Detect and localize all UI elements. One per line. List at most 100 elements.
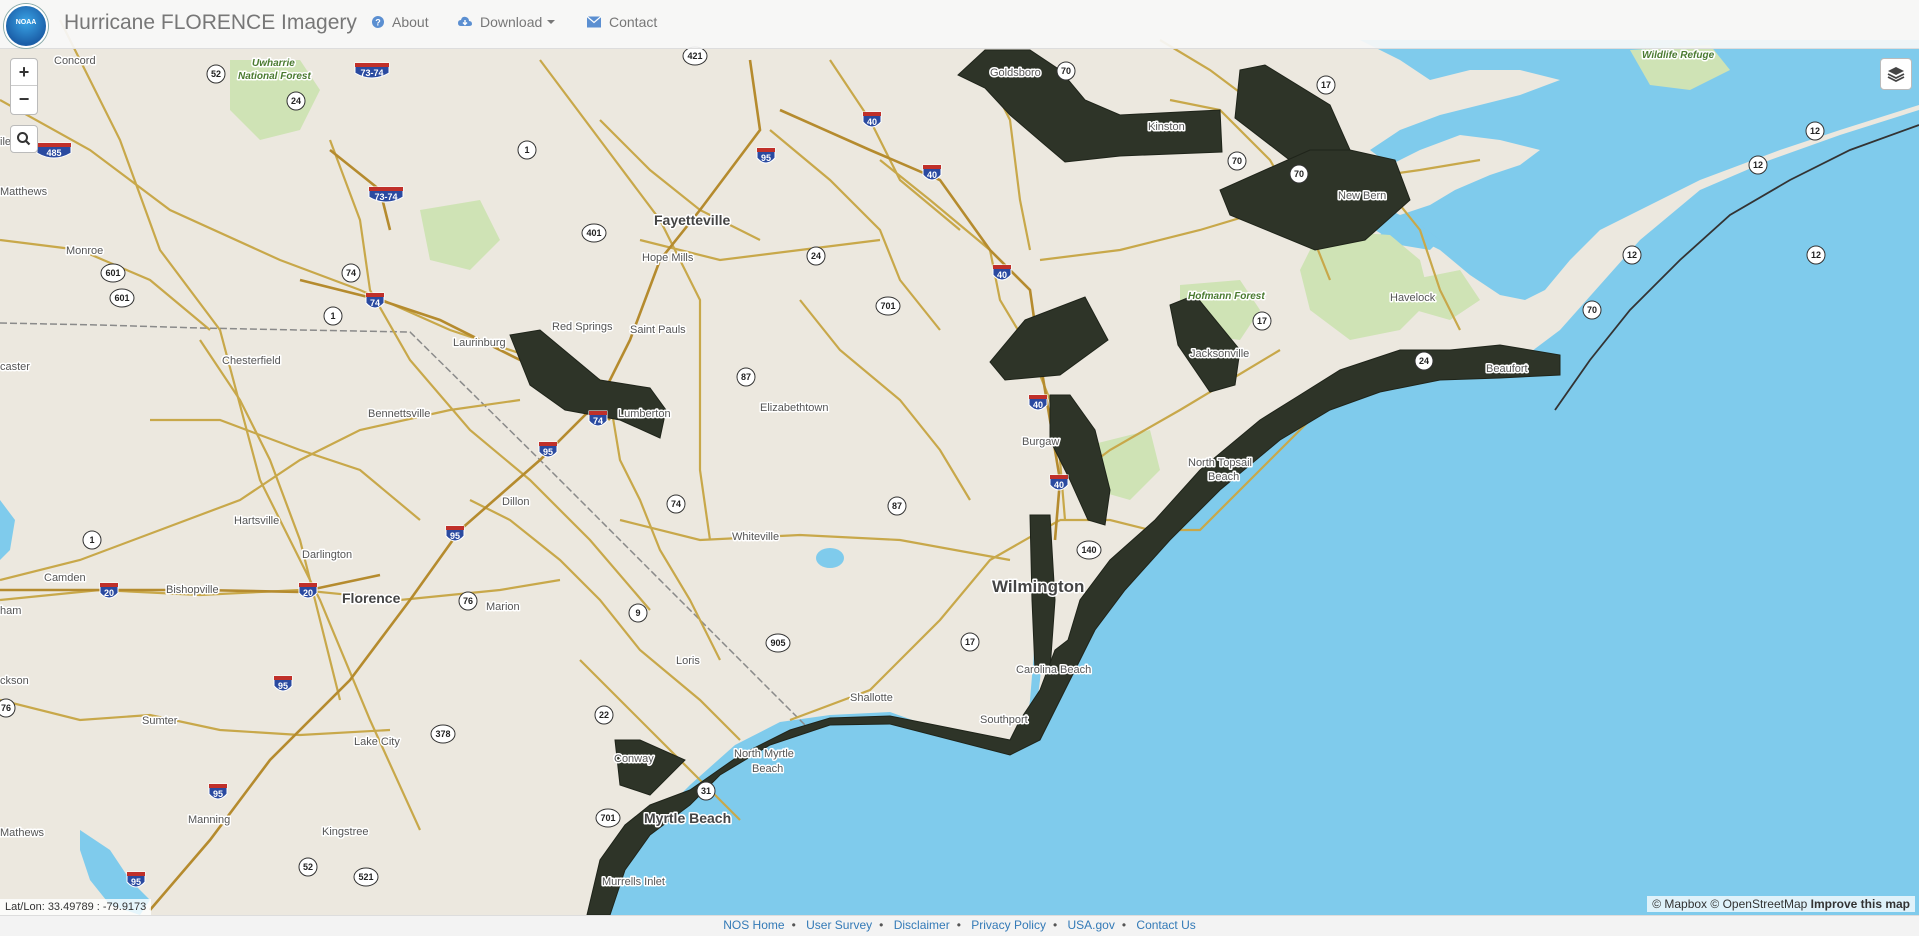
nav-about[interactable]: ? About [372,14,429,30]
route-shield-label: 421 [687,51,702,61]
label-wildlife: Wildlife Refuge [1642,50,1715,61]
label-uwharrie-2: National Forest [238,71,311,82]
label-northmyrtle-1: North Myrtle [734,748,794,760]
label-laurinburg: Laurinburg [453,337,506,349]
route-shield-label: 87 [892,501,902,511]
map-canvas[interactable]: Concord Uwharrie National Forest Matthew… [0,0,1919,935]
route-shield-label: 12 [1753,160,1763,170]
interstate-shield: 40 [992,264,1012,281]
interstate-shield-label: 40 [1033,400,1043,410]
route-shield-label: 24 [1419,356,1429,366]
nav-contact[interactable]: Contact [587,14,657,30]
search-button[interactable] [10,125,38,153]
footer-link-nos-home[interactable]: NOS Home [723,918,784,932]
label-hopemills: Hope Mills [642,252,694,264]
route-shield-label: 70 [1232,156,1242,166]
attribution-osm[interactable]: © OpenStreetMap [1710,897,1807,911]
label-jacksonville: Jacksonville [1190,348,1249,360]
label-myrtlebeach: Myrtle Beach [644,810,731,826]
interstate-shield: 40 [1049,474,1069,491]
interstate-shield-label: 95 [278,681,288,691]
interstate-shield-label: 20 [303,588,313,598]
interstate-shield: 40 [922,164,942,181]
label-monroe: Monroe [66,245,103,257]
label-redsprings: Red Springs [552,321,613,333]
interstate-shield-label: 95 [213,789,223,799]
route-shield: 17 [960,632,980,652]
interstate-shield-label: 74 [593,416,603,426]
route-shield: 9 [628,603,648,623]
label-lakecity: Lake City [354,736,400,748]
interstate-shield: 485 [36,142,72,159]
route-shield: 521 [353,867,379,887]
interstate-shield: 40 [862,111,882,128]
route-shield-label: 87 [741,372,751,382]
route-shield-label: 521 [358,872,373,882]
label-sumter: Sumter [142,715,178,727]
route-shield-label: 12 [1810,126,1820,136]
route-shield: 1 [82,530,102,550]
footer-separator: • [1052,918,1058,932]
route-shield: 701 [595,808,621,828]
route-shield: 24 [806,246,826,266]
route-shield-label: 24 [811,251,821,261]
label-beaufort: Beaufort [1486,363,1528,375]
label-lumberton: Lumberton [618,408,671,420]
label-topsail-2: Beach [1208,471,1239,483]
label-whiteville: Whiteville [732,531,779,543]
footer-link-usagov[interactable]: USA.gov [1068,918,1115,932]
route-shield: 52 [298,857,318,877]
interstate-shield-label: 73-74 [360,68,383,78]
route-shield: 12 [1805,121,1825,141]
route-shield: 140 [1076,540,1102,560]
route-shield: 905 [765,633,791,653]
app-title[interactable]: Hurricane FLORENCE Imagery [64,11,357,35]
improve-map-link[interactable]: Improve this map [1811,897,1910,911]
route-shield: 701 [875,296,901,316]
label-loris: Loris [676,655,700,667]
zoom-in-button[interactable]: + [11,59,37,86]
interstate-shield-label: 95 [543,447,553,457]
route-shield-label: 601 [114,293,129,303]
footer-link-contact[interactable]: Contact Us [1136,918,1195,932]
route-shield: 70 [1056,61,1076,81]
label-saintpauls: Saint Pauls [630,324,686,336]
route-shield-label: 31 [701,786,711,796]
label-hartsville: Hartsville [234,515,279,527]
layers-button[interactable] [1880,58,1912,90]
label-fayetteville: Fayetteville [654,212,730,228]
route-shield: 17 [1316,75,1336,95]
footer-link-disclaimer[interactable]: Disclaimer [894,918,950,932]
attribution-mapbox[interactable]: © Mapbox [1652,897,1707,911]
interstate-shield: 40 [1028,394,1048,411]
interstate-shield-label: 485 [46,148,61,158]
route-shield-label: 22 [599,710,609,720]
nav-contact-label: Contact [609,14,658,30]
search-icon [17,132,31,146]
footer-link-user-survey[interactable]: User Survey [806,918,872,932]
zoom-out-button[interactable]: − [11,86,37,112]
footer-link-privacy[interactable]: Privacy Policy [971,918,1046,932]
route-shield-label: 70 [1587,305,1597,315]
label-carolinabeach: Carolina Beach [1016,664,1091,676]
route-shield-label: 12 [1811,250,1821,260]
interstate-shield: 74 [365,292,385,309]
route-shield: 70 [1289,164,1309,184]
route-shield-label: 905 [770,638,785,648]
label-kinston: Kinston [1148,121,1185,133]
basemap: Concord Uwharrie National Forest Matthew… [0,0,1919,935]
noaa-logo[interactable]: NOAA [4,4,48,48]
label-uwharrie-1: Uwharrie [252,58,295,69]
label-goldsboro: Goldsboro [990,67,1041,79]
route-shield-label: 12 [1627,250,1637,260]
latlon-readout: Lat/Lon: 33.49789 : -79.9173 [0,899,152,915]
route-shield-label: 401 [586,228,601,238]
route-shield-label: 9 [635,608,640,618]
interstate-shield-label: 40 [867,117,877,127]
route-shield-label: 1 [89,535,94,545]
nav-about-label: About [392,14,429,30]
nav-download[interactable]: Download [458,14,556,30]
route-shield: 31 [696,781,716,801]
label-shallotte: Shallotte [850,692,893,704]
route-shield: 12 [1748,155,1768,175]
